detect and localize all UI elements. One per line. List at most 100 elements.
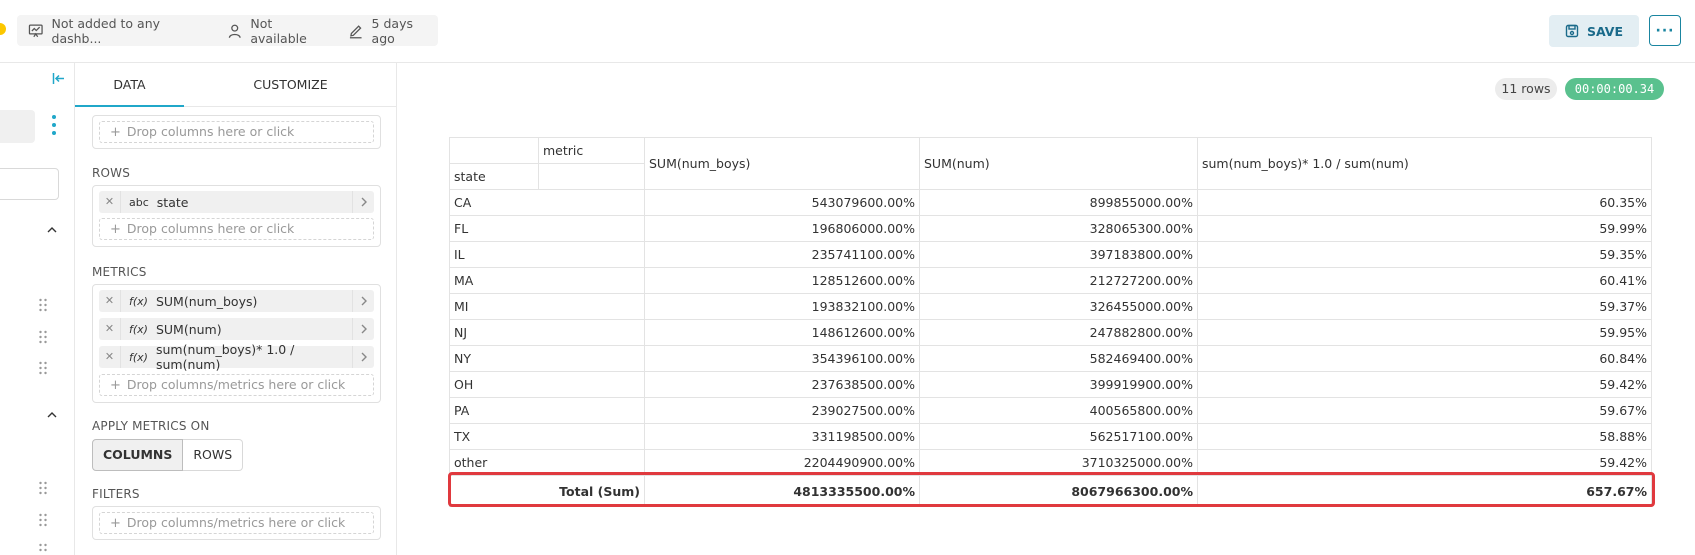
table-cell: 212727200.00% <box>919 267 1198 294</box>
remove-icon[interactable]: ✕ <box>99 191 121 213</box>
metrics-chip[interactable]: ✕ f(x) sum(num_boys)* 1.0 / sum(num) <box>99 342 374 372</box>
metrics-dropzone: ✕ f(x) SUM(num_boys) ✕ f(x) SUM(num) ✕ f… <box>92 284 381 403</box>
modified-info[interactable]: 5 days ago <box>348 16 438 46</box>
filters-drop-hint[interactable]: + Drop columns/metrics here or click <box>99 512 374 534</box>
dashboards-info[interactable]: Not added to any dashb... <box>28 16 209 46</box>
table-cell: 237638500.00% <box>644 371 920 398</box>
chart-metadata-bar: Not added to any dashb... Not available … <box>17 15 438 46</box>
column-header[interactable]: sum(num_boys)* 1.0 / sum(num) <box>1197 137 1652 190</box>
table-cell: 60.84% <box>1197 345 1652 372</box>
metrics-drop-hint[interactable]: + Drop columns/metrics here or click <box>99 374 374 396</box>
plus-icon: + <box>110 378 121 393</box>
plus-icon: + <box>110 516 121 531</box>
table-cell: 397183800.00% <box>919 241 1198 268</box>
column-header[interactable]: SUM(num) <box>919 137 1198 190</box>
row-header-state: PA <box>449 397 645 424</box>
remove-icon[interactable]: ✕ <box>99 318 121 340</box>
dashboard-icon <box>28 24 43 37</box>
owner-info[interactable]: Not available <box>227 16 330 46</box>
tab-customize[interactable]: CUSTOMIZE <box>184 63 397 107</box>
datasource-panel <box>0 63 75 555</box>
columns-dropzone: + Drop columns here or click <box>92 115 381 149</box>
pencil-icon <box>349 24 362 38</box>
filters-dropzone: + Drop columns/metrics here or click <box>92 506 381 540</box>
vertical-dots-icon[interactable] <box>49 113 59 137</box>
datasource-selector[interactable] <box>0 110 35 143</box>
top-bar: Not added to any dashb... Not available … <box>0 0 1695 63</box>
column-header[interactable]: SUM(num_boys) <box>644 137 920 190</box>
table-cell: 543079600.00% <box>644 189 920 216</box>
total-cell: 8067966300.00% <box>919 475 1198 507</box>
drag-handle-icon[interactable] <box>38 543 48 555</box>
chevron-up-icon[interactable] <box>46 224 58 236</box>
pivot-table: metric SUM(num_boys) SUM(num) sum(num_bo… <box>449 137 1652 507</box>
owner-text: Not available <box>250 15 307 46</box>
apply-columns-button[interactable]: COLUMNS <box>92 439 184 471</box>
table-cell: 60.41% <box>1197 267 1652 294</box>
drag-handle-icon[interactable] <box>38 513 48 527</box>
chevron-up-icon[interactable] <box>46 409 58 421</box>
string-type-icon: abc <box>129 195 149 209</box>
table-cell: 59.42% <box>1197 449 1652 476</box>
row-header-state: CA <box>449 189 645 216</box>
tab-data[interactable]: DATA <box>75 63 184 107</box>
more-options-button[interactable]: ··· <box>1649 15 1681 46</box>
table-cell: 582469400.00% <box>919 345 1198 372</box>
table-cell: 562517100.00% <box>919 423 1198 450</box>
table-cell: 247882800.00% <box>919 319 1198 346</box>
rows-label: ROWS <box>92 166 131 180</box>
table-row: TX 331198500.00% 562517100.00% 58.88% <box>449 423 1652 450</box>
metrics-chip[interactable]: ✕ f(x) SUM(num) <box>99 318 374 340</box>
table-cell: 2204490900.00% <box>644 449 920 476</box>
table-cell: 148612600.00% <box>644 319 920 346</box>
remove-icon[interactable]: ✕ <box>99 290 121 312</box>
total-row: Total (Sum) 4813335500.00% 8067966300.00% 6… <box>449 475 1652 507</box>
table-cell: 60.35% <box>1197 189 1652 216</box>
chevron-right-icon[interactable] <box>352 191 374 213</box>
drag-handle-icon[interactable] <box>38 481 48 495</box>
chip-label: sum(num_boys)* 1.0 / sum(num) <box>155 342 295 372</box>
drag-handle-icon[interactable] <box>38 361 48 375</box>
drag-handle-icon[interactable] <box>38 298 48 312</box>
row-header-state: NY <box>449 345 645 372</box>
table-row: NJ 148612600.00% 247882800.00% 59.95% <box>449 319 1652 346</box>
chevron-right-icon[interactable] <box>352 346 374 368</box>
collapse-panel-icon[interactable] <box>52 72 65 89</box>
plus-icon: + <box>110 222 121 237</box>
table-cell: 399919900.00% <box>919 371 1198 398</box>
table-cell: 59.67% <box>1197 397 1652 424</box>
filters-label: FILTERS <box>92 487 140 501</box>
table-cell: 899855000.00% <box>919 189 1198 216</box>
table-cell: 400565800.00% <box>919 397 1198 424</box>
query-timer-badge: 00:00:00.34 <box>1565 78 1664 100</box>
metrics-chip[interactable]: ✕ f(x) SUM(num_boys) <box>99 290 374 312</box>
corner-metric-label: metric <box>538 137 645 164</box>
corner-state-label[interactable]: state <box>449 163 539 190</box>
table-cell: 326455000.00% <box>919 293 1198 320</box>
plus-icon: + <box>110 125 121 140</box>
apply-rows-button[interactable]: ROWS <box>183 439 244 471</box>
row-count-badge: 11 rows <box>1495 78 1557 100</box>
total-label: Total (Sum) <box>449 475 645 507</box>
rows-dropzone: ✕ abc state + Drop columns here or click <box>92 185 381 247</box>
search-input[interactable] <box>0 168 59 200</box>
save-button[interactable]: SAVE <box>1549 15 1639 47</box>
table-row: PA 239027500.00% 400565800.00% 59.67% <box>449 397 1652 424</box>
total-cell: 4813335500.00% <box>644 475 920 507</box>
table-row: other 2204490900.00% 3710325000.00% 59.42% <box>449 449 1652 476</box>
drag-handle-icon[interactable] <box>38 330 48 344</box>
table-row: MA 128512600.00% 212727200.00% 60.41% <box>449 267 1652 294</box>
chevron-right-icon[interactable] <box>352 318 374 340</box>
pivot-corner-empty <box>449 137 539 164</box>
columns-drop-hint[interactable]: + Drop columns here or click <box>99 121 374 143</box>
metrics-label: METRICS <box>92 265 147 279</box>
rows-chip-state[interactable]: ✕ abc state <box>99 191 374 213</box>
favorite-star-icon[interactable] <box>0 23 6 35</box>
remove-icon[interactable]: ✕ <box>99 346 121 368</box>
row-header-state: OH <box>449 371 645 398</box>
table-cell: 59.35% <box>1197 241 1652 268</box>
table-cell: 239027500.00% <box>644 397 920 424</box>
chevron-right-icon[interactable] <box>352 290 374 312</box>
rows-drop-hint[interactable]: + Drop columns here or click <box>99 218 374 240</box>
table-row: CA 543079600.00% 899855000.00% 60.35% <box>449 189 1652 216</box>
